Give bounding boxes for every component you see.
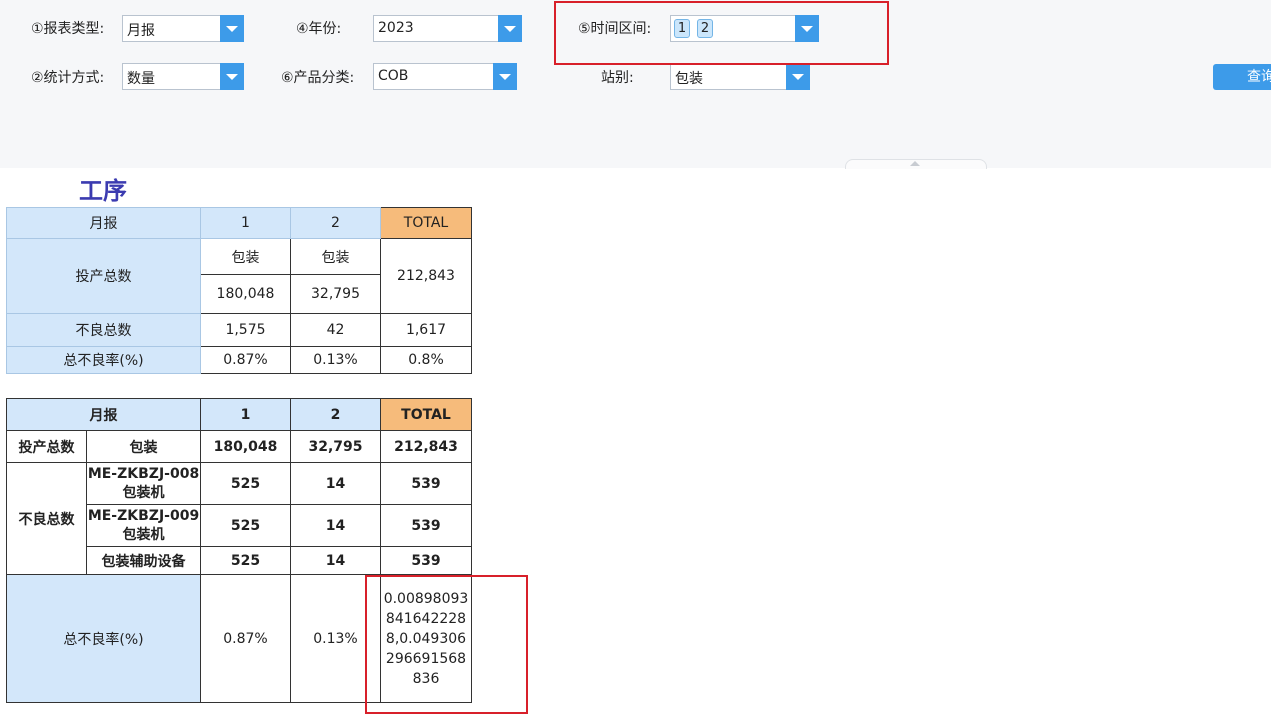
value-cell: 32,795 bbox=[290, 430, 381, 463]
station-cell: 包装 bbox=[200, 238, 291, 275]
value-cell: 14 bbox=[290, 504, 381, 547]
station-cell: 包装 bbox=[86, 430, 201, 463]
chevron-down-icon[interactable] bbox=[220, 63, 244, 90]
header-cell: 2 bbox=[290, 398, 381, 431]
header-cell-total: TOTAL bbox=[380, 398, 472, 431]
header-cell: 月报 bbox=[6, 398, 201, 431]
value-cell: 1,575 bbox=[200, 313, 291, 347]
chevron-down-icon[interactable] bbox=[220, 15, 244, 42]
row-label: 投产总数 bbox=[6, 238, 201, 314]
value-cell: 32,795 bbox=[290, 274, 381, 314]
chevron-down-icon[interactable] bbox=[786, 63, 810, 90]
summary-table: 月报 1 2 TOTAL 投产总数 包装 包装 212,843 180,048 … bbox=[6, 207, 472, 374]
station-cell: 包装 bbox=[290, 238, 381, 275]
year-label: ④年份: bbox=[296, 21, 342, 37]
value-cell: 525 bbox=[200, 462, 291, 505]
equipment-cell: ME-ZKBZJ-009包装机 bbox=[86, 504, 201, 547]
total-cell: 539 bbox=[380, 546, 472, 575]
total-cell: 1,617 bbox=[380, 313, 472, 347]
station-value: 包装 bbox=[675, 71, 703, 87]
station-select[interactable]: 包装 bbox=[670, 63, 810, 90]
value-cell: 14 bbox=[290, 546, 381, 575]
year-value: 2023 bbox=[378, 20, 414, 36]
year-select[interactable]: 2023 bbox=[373, 15, 522, 42]
station-label: 站别: bbox=[601, 70, 634, 86]
value-cell: 0.13% bbox=[290, 346, 381, 374]
total-cell: 539 bbox=[380, 504, 472, 547]
total-cell: 0.8% bbox=[380, 346, 472, 374]
stat-method-value: 数量 bbox=[127, 71, 155, 87]
report-type-select[interactable]: 月报 bbox=[122, 15, 244, 42]
value-cell: 180,048 bbox=[200, 430, 291, 463]
value-cell: 0.87% bbox=[200, 346, 291, 374]
collapse-toggle[interactable] bbox=[845, 159, 987, 169]
row-label: 不良总数 bbox=[6, 313, 201, 347]
total-cell: 539 bbox=[380, 462, 472, 505]
query-button[interactable]: 查询 bbox=[1213, 64, 1271, 90]
highlight-box-raw-value bbox=[365, 575, 528, 714]
stat-method-label: ②统计方式: bbox=[31, 70, 105, 86]
value-cell: 180,048 bbox=[200, 274, 291, 314]
header-cell-total: TOTAL bbox=[380, 207, 472, 239]
value-cell: 525 bbox=[200, 504, 291, 547]
highlight-box-time-range bbox=[554, 1, 889, 65]
header-cell: 1 bbox=[200, 398, 291, 431]
header-cell: 月报 bbox=[6, 207, 201, 239]
total-cell: 212,843 bbox=[380, 238, 472, 314]
header-cell: 2 bbox=[290, 207, 381, 239]
value-cell: 525 bbox=[200, 546, 291, 575]
product-category-label: ⑥产品分类: bbox=[281, 70, 355, 86]
row-label: 总不良率(%) bbox=[6, 574, 201, 703]
report-type-label: ①报表类型: bbox=[31, 21, 105, 37]
value-cell: 14 bbox=[290, 462, 381, 505]
chevron-down-icon[interactable] bbox=[498, 15, 522, 42]
value-cell: 0.87% bbox=[200, 574, 291, 703]
row-label: 总不良率(%) bbox=[6, 346, 201, 374]
report-type-value: 月报 bbox=[127, 23, 155, 39]
product-category-value: COB bbox=[378, 68, 409, 84]
chevron-down-icon[interactable] bbox=[493, 63, 517, 90]
section-title: 工序 bbox=[79, 177, 127, 205]
row-label: 不良总数 bbox=[6, 462, 87, 575]
row-label: 投产总数 bbox=[6, 430, 87, 463]
equipment-cell: 包装辅助设备 bbox=[86, 546, 201, 575]
value-cell: 42 bbox=[290, 313, 381, 347]
total-cell: 212,843 bbox=[380, 430, 472, 463]
header-cell: 1 bbox=[200, 207, 291, 239]
product-category-select[interactable]: COB bbox=[373, 63, 517, 90]
stat-method-select[interactable]: 数量 bbox=[122, 63, 244, 90]
equipment-cell: ME-ZKBZJ-008包装机 bbox=[86, 462, 201, 505]
